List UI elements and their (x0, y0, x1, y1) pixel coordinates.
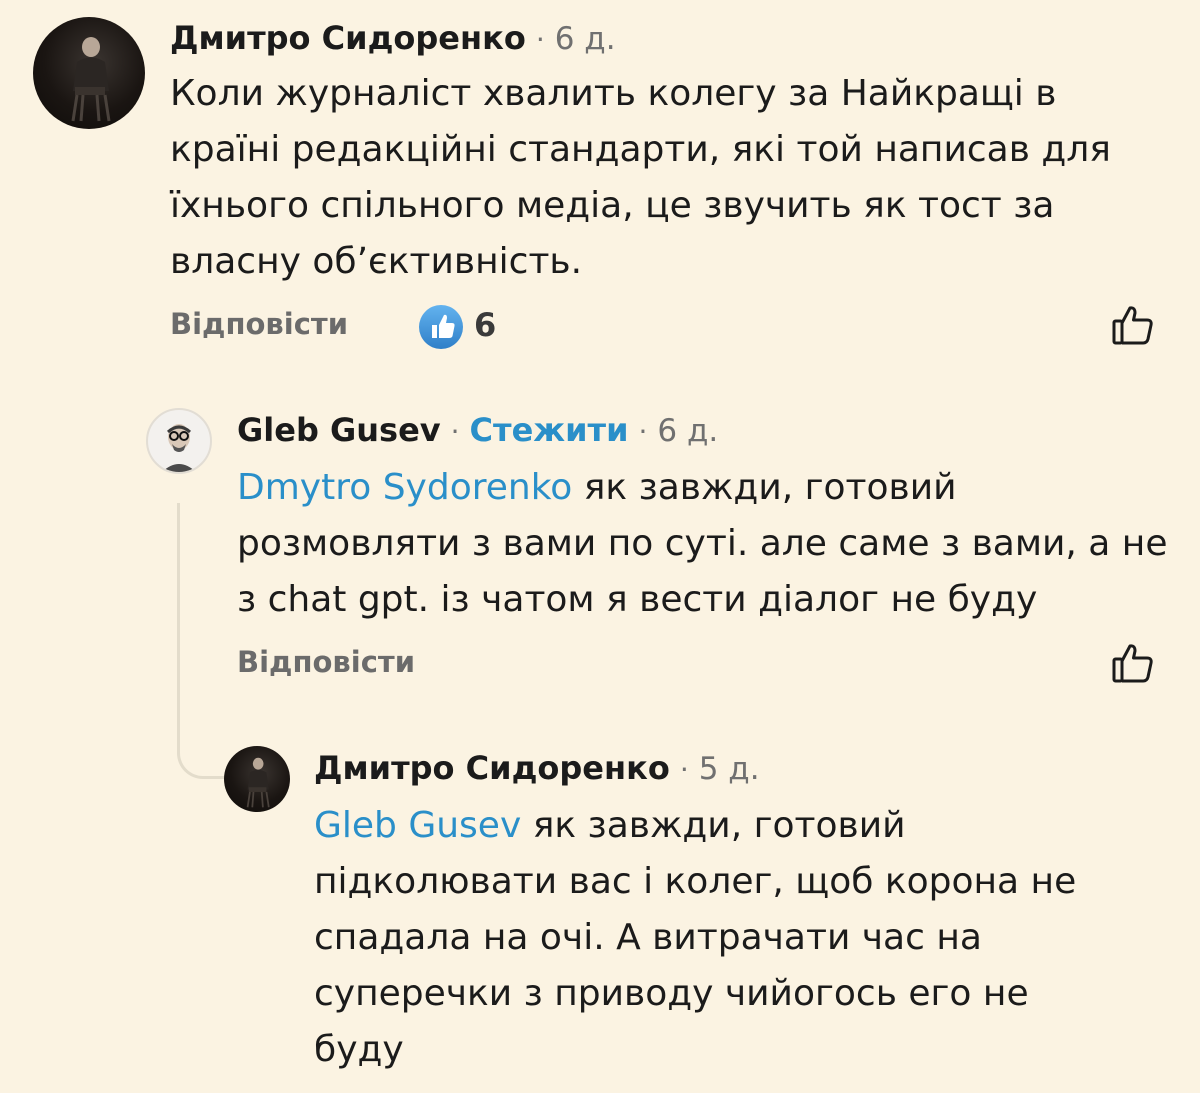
avatar[interactable] (224, 746, 290, 812)
comment-header: Gleb Gusev · Стежити · 6 д. (237, 410, 718, 452)
thumbs-up-outline-icon[interactable] (1110, 640, 1156, 686)
comment-header: Дмитро Сидоренко · 5 д. (314, 748, 760, 790)
avatar[interactable] (146, 408, 212, 474)
avatar[interactable] (33, 17, 145, 129)
author-name[interactable]: Дмитро Сидоренко (314, 748, 670, 788)
person-photo-light-icon (162, 424, 196, 472)
thumbs-up-badge-icon[interactable] (418, 304, 464, 350)
thread-connector (177, 503, 226, 779)
person-photo-dark-icon (71, 37, 111, 122)
timestamp: 6 д. (554, 21, 616, 57)
comment-text: Коли журналіст хвалить колегу за Найкращ… (170, 73, 1111, 282)
separator-dot: · (679, 753, 689, 786)
author-name[interactable]: Дмитро Сидоренко (170, 18, 526, 58)
separator-dot: · (535, 23, 545, 56)
comment-text: Gleb Gusev як завжди, готовий підколюват… (314, 798, 1114, 1078)
timestamp: 6 д. (657, 413, 719, 449)
timestamp: 5 д. (698, 751, 760, 787)
follow-button[interactable]: Стежити (470, 410, 629, 450)
author-name[interactable]: Gleb Gusev (237, 410, 441, 450)
comment-header: Дмитро Сидоренко · 6 д. (170, 18, 616, 60)
mention-link[interactable]: Dmytro Sydorenko (237, 467, 572, 508)
separator-dot: · (450, 415, 460, 448)
comment-text: Dmytro Sydorenko як завжди, готовий розм… (237, 460, 1172, 628)
person-photo-dark-icon (246, 757, 270, 808)
thumbs-up-outline-icon[interactable] (1110, 302, 1156, 348)
reaction-count[interactable]: 6 (474, 306, 496, 344)
separator-dot: · (638, 415, 648, 448)
reply-button[interactable]: Відповісти (170, 307, 348, 341)
reply-button[interactable]: Відповісти (237, 645, 415, 679)
mention-link[interactable]: Gleb Gusev (314, 805, 521, 846)
